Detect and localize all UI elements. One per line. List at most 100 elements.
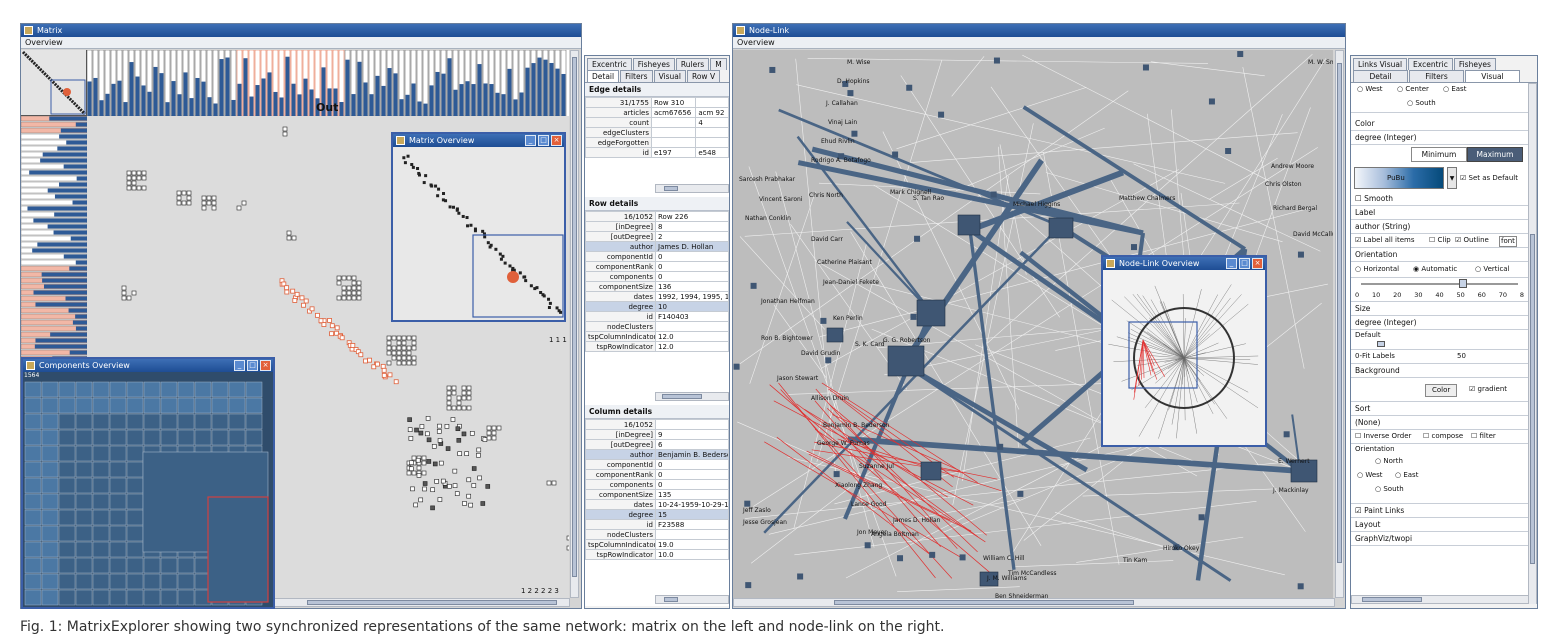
detail-row[interactable]: componentRank 0 — [585, 469, 729, 480]
tab-rulers[interactable]: Rulers — [675, 58, 710, 70]
label-attribute-select[interactable]: author (String) — [1351, 220, 1528, 234]
tab-filters[interactable]: Filters — [1409, 70, 1464, 82]
palette-dropdown-icon[interactable]: ▼ — [1447, 167, 1457, 189]
detail-row[interactable]: dates 1992, 1994, 1995, 1 — [585, 291, 729, 302]
radio-west[interactable]: ○ West — [1357, 86, 1383, 93]
radio-south2[interactable]: ○ South — [1375, 486, 1404, 493]
detail-row[interactable]: degree 10 — [585, 301, 729, 312]
column-details-hscroll[interactable] — [655, 595, 729, 604]
smooth-checkbox[interactable]: ☐ Smooth — [1351, 192, 1528, 206]
close-icon[interactable]: × — [1252, 258, 1263, 269]
detail-row[interactable]: articles acm67656 acm 92 — [585, 107, 729, 118]
detail-row[interactable]: count 4 — [585, 117, 729, 128]
detail-row[interactable]: id e197 e548 — [585, 147, 729, 158]
edge-details-hscroll[interactable] — [655, 184, 729, 193]
tab-row-visual[interactable]: Row V — [686, 70, 721, 82]
detail-row[interactable]: edgeClusters — [585, 127, 729, 138]
detail-row[interactable]: componentId 0 — [585, 251, 729, 262]
matrix-overview-titlebar[interactable]: Matrix Overview _ □ × — [393, 134, 564, 147]
minimize-icon[interactable]: _ — [1226, 258, 1237, 269]
label-all-checkbox[interactable]: ☑ Label all items — [1355, 237, 1415, 244]
maximize-icon[interactable]: □ — [247, 360, 258, 371]
nodelink-overview-titlebar[interactable]: Node-Link Overview _ □ × — [1103, 257, 1265, 270]
detail-row[interactable]: 16/1052 — [585, 419, 729, 430]
detail-row[interactable]: nodeClusters — [585, 529, 729, 540]
detail-row[interactable]: id F23588 — [585, 519, 729, 530]
detail-row[interactable]: edgeForgotten — [585, 137, 729, 148]
radio-automatic[interactable]: ◉ Automatic — [1413, 266, 1457, 273]
detail-row[interactable]: components 0 — [585, 271, 729, 282]
tab-filters[interactable]: Filters — [620, 70, 653, 82]
tab-fisheyes[interactable]: Fisheyes — [632, 58, 675, 70]
matrix-vscroll[interactable] — [570, 50, 579, 598]
detail-row[interactable]: tspRowIndicator 10.0 — [585, 549, 729, 560]
visual-panel-vscroll[interactable] — [1528, 83, 1537, 604]
radio-vertical[interactable]: ○ Vertical — [1475, 266, 1510, 273]
orientation-slider[interactable]: 0 10 20 30 40 50 60 70 8 — [1351, 278, 1528, 302]
color-button[interactable]: Color — [1425, 384, 1458, 397]
detail-row[interactable]: degree 15 — [585, 509, 729, 520]
nodelink-overview-menu[interactable]: Overview — [737, 38, 775, 47]
detail-row[interactable]: dates 10-24-1959-10-29-1 — [585, 499, 729, 510]
detail-row[interactable]: author James D. Hollan — [585, 241, 729, 252]
matrix-corner-overview[interactable] — [21, 50, 87, 116]
sort-select[interactable]: (None) — [1351, 416, 1528, 430]
nodelink-overview-canvas[interactable] — [1103, 270, 1265, 445]
nodelink-hscroll[interactable] — [733, 598, 1335, 607]
detail-row[interactable]: id F140403 — [585, 311, 729, 322]
radio-horizontal[interactable]: ○ Horizontal — [1355, 266, 1399, 273]
compose-checkbox[interactable]: ☐ compose — [1423, 433, 1463, 440]
matrix-overview-canvas[interactable] — [393, 147, 564, 320]
tab-detail[interactable]: Detail — [587, 70, 620, 82]
maximum-button[interactable]: Maximum — [1467, 147, 1523, 162]
detail-row[interactable]: tspRowIndicator 12.0 — [585, 341, 729, 352]
detail-row[interactable]: author Benjamin B. Bederson — [585, 449, 729, 460]
matrix-titlebar[interactable]: Matrix — [21, 24, 581, 37]
detail-row[interactable]: tspColumnIndicator 12.0 — [585, 331, 729, 342]
tab-more[interactable]: M — [710, 58, 727, 70]
paint-links-checkbox[interactable]: ☑ Paint Links — [1351, 504, 1528, 518]
clip-checkbox[interactable]: ☐ Clip — [1429, 237, 1451, 244]
detail-row[interactable]: componentSize 135 — [585, 489, 729, 500]
tab-visual[interactable]: Visual — [1465, 70, 1520, 82]
radio-north[interactable]: ○ North — [1375, 458, 1403, 465]
components-titlebar[interactable]: Components Overview _ □ × — [23, 359, 273, 372]
close-icon[interactable]: × — [260, 360, 271, 371]
detail-row[interactable]: tspColumnIndicator 19.0 — [585, 539, 729, 550]
inverse-order-checkbox[interactable]: ☐ Inverse Order — [1355, 433, 1411, 440]
detail-row[interactable]: [outDegree] 6 — [585, 439, 729, 450]
font-button[interactable]: font — [1499, 236, 1517, 247]
tab-visual[interactable]: Visual — [653, 70, 686, 82]
tab-excentric[interactable]: Excentric — [1408, 58, 1453, 70]
components-canvas[interactable]: 1564 — [23, 372, 273, 607]
slider-thumb[interactable] — [1459, 279, 1467, 288]
radio-east2[interactable]: ○ East — [1395, 472, 1418, 479]
gradient-checkbox[interactable]: ☑ gradient — [1469, 386, 1507, 393]
visual-panel-hscroll[interactable] — [1351, 595, 1529, 604]
set-default-checkbox[interactable]: ☑ Set as Default — [1460, 174, 1518, 182]
detail-row[interactable]: [inDegree] 9 — [585, 429, 729, 440]
detail-row[interactable]: [inDegree] 8 — [585, 221, 729, 232]
minimize-icon[interactable]: _ — [525, 135, 536, 146]
radio-west2[interactable]: ○ West — [1357, 472, 1383, 479]
minimize-icon[interactable]: _ — [234, 360, 245, 371]
tab-excentric[interactable]: Excentric — [587, 58, 632, 70]
nodelink-titlebar[interactable]: Node-Link — [733, 24, 1345, 37]
detail-row[interactable]: componentSize 136 — [585, 281, 729, 292]
maximize-icon[interactable]: □ — [1239, 258, 1250, 269]
palette-select[interactable]: PuBu — [1354, 167, 1444, 189]
outline-checkbox[interactable]: ☑ Outline — [1455, 237, 1489, 244]
radio-south[interactable]: ○ South — [1407, 100, 1436, 107]
close-icon[interactable]: × — [551, 135, 562, 146]
tab-detail[interactable]: Detail — [1353, 70, 1408, 82]
layout-select[interactable]: GraphViz/twopi — [1351, 532, 1528, 546]
tab-fisheyes[interactable]: Fisheyes — [1453, 58, 1496, 70]
components-treemap[interactable] — [23, 372, 273, 607]
detail-row[interactable]: nodeClusters — [585, 321, 729, 332]
minimum-button[interactable]: Minimum — [1411, 147, 1467, 162]
size-slider-thumb[interactable] — [1377, 341, 1385, 347]
size-attribute-select[interactable]: degree (Integer) — [1351, 316, 1528, 330]
nodelink-vscroll[interactable] — [1335, 50, 1344, 598]
detail-row[interactable]: 16/1052 Row 226 — [585, 211, 729, 222]
matrix-overview-menu[interactable]: Overview — [25, 38, 63, 47]
